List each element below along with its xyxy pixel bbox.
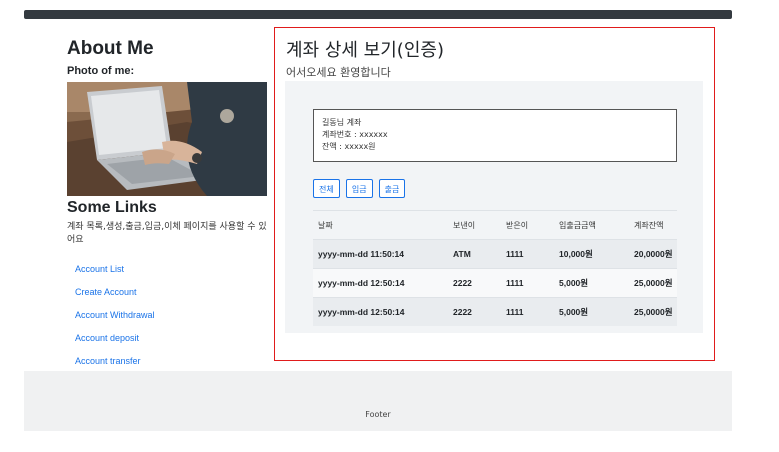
cell-amount: 5,000원: [554, 268, 629, 298]
header-amount: 입출금금액: [554, 210, 629, 240]
account-number: 계좌번호 : xxxxxx: [322, 130, 388, 139]
top-navbar: [24, 10, 732, 19]
about-title: About Me: [67, 38, 154, 59]
nav-link-account-deposit[interactable]: Account deposit: [75, 333, 155, 356]
links-title: Some Links: [67, 199, 157, 216]
cell-balance: 25,0000원: [629, 297, 677, 326]
table-row: yyyy-mm-dd 12:50:14 2222 1111 5,000원 25,…: [313, 268, 677, 298]
nav-link-create-account[interactable]: Create Account: [75, 287, 155, 310]
cell-receiver: 1111: [501, 239, 554, 269]
welcome-text: 어서오세요 환영합니다: [286, 66, 391, 79]
cell-receiver: 1111: [501, 268, 554, 298]
cell-receiver: 1111: [501, 297, 554, 326]
table-row: yyyy-mm-dd 11:50:14 ATM 1111 10,000원 20,…: [313, 239, 677, 269]
links-description: 계좌 목록,생성,출금,입금,이체 페이지를 사용할 수 있어요: [67, 222, 267, 245]
cell-sender: ATM: [448, 239, 501, 269]
photo-label: Photo of me:: [67, 65, 135, 77]
profile-photo: [67, 82, 267, 196]
footer-text: Footer: [365, 410, 391, 419]
cell-sender: 2222: [448, 297, 501, 326]
filter-buttons: 전체 입금 출금: [313, 177, 406, 198]
laptop-photo-image: [67, 82, 267, 196]
account-info-box: 길동님 계좌 계좌번호 : xxxxxx 잔액 : xxxxx원: [313, 109, 677, 162]
cell-date: yyyy-mm-dd 12:50:14: [313, 268, 448, 298]
footer: Footer: [24, 371, 732, 431]
cell-balance: 25,0000원: [629, 268, 677, 298]
table-header-row: 날짜 보낸이 받은이 입출금금액 계좌잔액: [313, 210, 677, 240]
account-detail-section: 계좌 상세 보기(인증) 어서오세요 환영합니다 길동님 계좌 계좌번호 : x…: [274, 27, 715, 361]
filter-deposit-button[interactable]: 입금: [345, 179, 373, 198]
cell-balance: 20,0000원: [629, 239, 677, 269]
page-title: 계좌 상세 보기(인증): [286, 40, 444, 61]
cell-amount: 10,000원: [554, 239, 629, 269]
header-receiver: 받은이: [501, 210, 554, 240]
filter-withdrawal-button[interactable]: 출금: [378, 179, 406, 198]
account-panel: 길동님 계좌 계좌번호 : xxxxxx 잔액 : xxxxx원 전체 입금 출…: [285, 81, 703, 333]
cell-date: yyyy-mm-dd 12:50:14: [313, 297, 448, 326]
sidebar: About Me Photo of me: Some Links 계좌 목록,생…: [67, 38, 267, 366]
cell-amount: 5,000원: [554, 297, 629, 326]
header-sender: 보낸이: [448, 210, 501, 240]
header-date: 날짜: [313, 210, 448, 240]
cell-sender: 2222: [448, 268, 501, 298]
header-balance: 계좌잔액: [629, 210, 677, 240]
table-row: yyyy-mm-dd 12:50:14 2222 1111 5,000원 25,…: [313, 297, 677, 326]
sidebar-nav: Account List Create Account Account With…: [75, 264, 155, 379]
transaction-table: 날짜 보낸이 받은이 입출금금액 계좌잔액 yyyy-mm-dd 11:50:1…: [313, 210, 677, 326]
filter-all-button[interactable]: 전체: [313, 179, 340, 198]
cell-date: yyyy-mm-dd 11:50:14: [313, 239, 448, 269]
account-owner: 길동님 계좌: [322, 118, 362, 127]
nav-link-account-withdrawal[interactable]: Account Withdrawal: [75, 310, 155, 333]
nav-link-account-list[interactable]: Account List: [75, 264, 155, 287]
account-balance: 잔액 : xxxxx원: [322, 142, 376, 151]
